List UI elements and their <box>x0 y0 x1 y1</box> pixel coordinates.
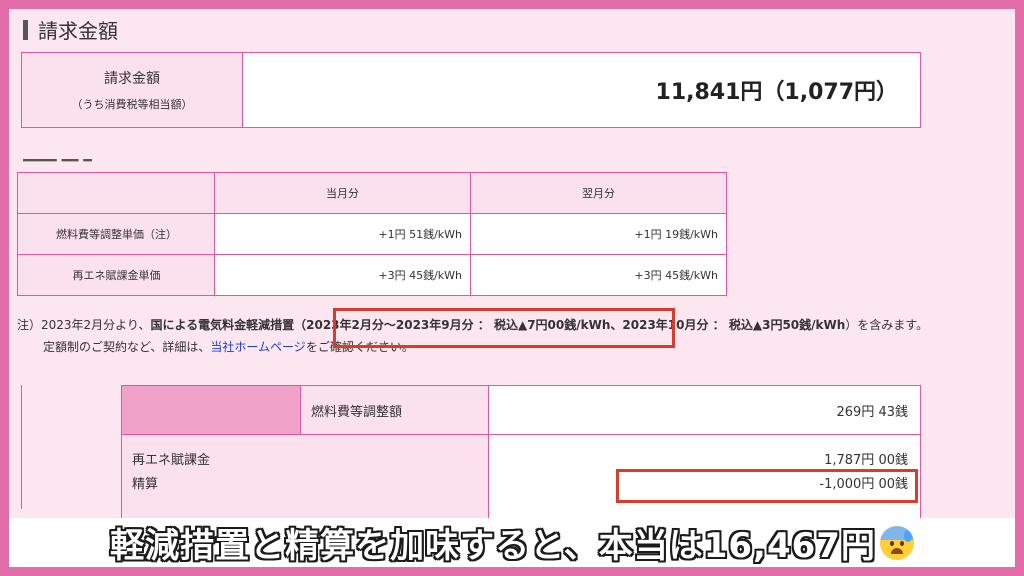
billing-table: 請求金額 （うち消費税等相当額） 11,841円（1,077円） <box>21 52 921 128</box>
page: 請求金額 請求金額 （うち消費税等相当額） 11,841円（1,077円） ━━… <box>9 9 1015 567</box>
highlight-box-settlement <box>616 469 918 503</box>
unit-header-next: 翌月分 <box>470 172 727 214</box>
unit-row-label: 再エネ賦課金単価 <box>17 254 215 296</box>
anxious-face-icon <box>879 525 914 560</box>
note-prefix: 注）2023年2月分より、 <box>17 318 151 332</box>
renewable-label: 再エネ賦課金 <box>132 453 211 468</box>
detail-pink-cell <box>121 385 301 435</box>
unit-header-current: 当月分 <box>214 172 471 214</box>
unit-row-current: +1円 51銭/kWh <box>214 213 471 255</box>
unit-row-label: 燃料費等調整単価（注） <box>17 213 215 255</box>
caption-text: 軽減措置と精算を加味すると、本当は16,467円 <box>110 526 876 566</box>
caption-bar: 軽減措置と精算を加味すると、本当は16,467円 <box>9 518 1015 567</box>
fuel-adjust-amount: 269円 43銭 <box>488 385 921 435</box>
homepage-link[interactable]: 当社ホームページ <box>210 340 305 354</box>
settlement-label: 精算 <box>132 477 159 492</box>
unit-row-next: +1円 19銭/kWh <box>470 213 727 255</box>
unit-row-next: +3円 45銭/kWh <box>470 254 727 296</box>
note-suffix: ）を含みます。 <box>845 318 929 332</box>
unit-row-current: +3円 45銭/kWh <box>214 254 471 296</box>
billing-amount: 11,841円（1,077円） <box>242 52 921 128</box>
billing-label-cell: 請求金額 （うち消費税等相当額） <box>21 52 243 128</box>
left-border <box>21 385 22 509</box>
fuel-adjust-label: 燃料費等調整額 <box>300 385 489 435</box>
section-title: 請求金額 <box>23 15 118 44</box>
unit-price-table: 当月分 翌月分 燃料費等調整単価（注） +1円 51銭/kWh +1円 19銭/… <box>17 172 727 296</box>
highlight-box-measure <box>333 308 675 348</box>
section-title-text: 請求金額 <box>38 19 118 43</box>
note-bold-measure: 国による電気料金軽減措置 <box>150 318 295 332</box>
hidden-heading-remnant: ━━━━ ━━ ━ <box>23 159 92 167</box>
note-line2-prefix: 定額制のご契約など、詳細は、 <box>43 340 211 354</box>
unit-header-blank <box>17 172 215 214</box>
billing-sublabel: （うち消費税等相当額） <box>71 98 193 111</box>
detail-table: 燃料費等調整額 269円 43銭 再エネ賦課金 精算 1,787円 00銭 -1… <box>121 385 921 540</box>
title-bar <box>23 19 28 40</box>
billing-label: 請求金額 <box>104 71 160 87</box>
